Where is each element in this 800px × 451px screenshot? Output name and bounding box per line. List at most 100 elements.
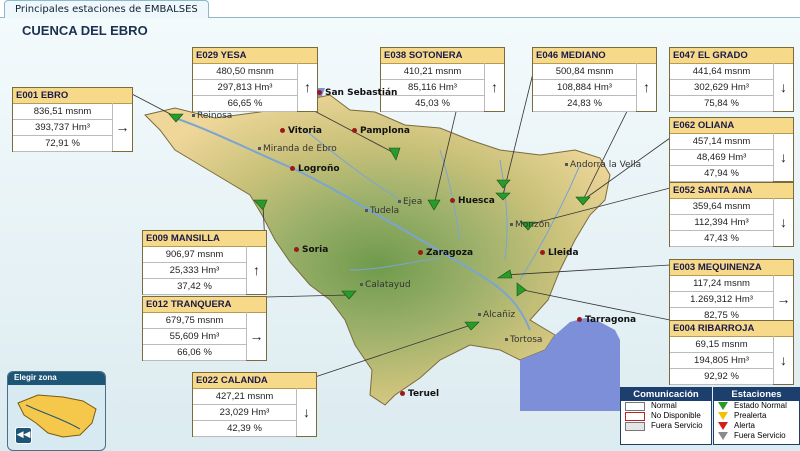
station-level: 359,64 msnm xyxy=(670,199,773,215)
station-volume: 112,394 Hm³ xyxy=(670,215,773,231)
station-volume: 48,469 Hm³ xyxy=(670,150,773,166)
station-volume: 194,805 Hm³ xyxy=(670,353,773,369)
city-label: Vitoria xyxy=(280,126,322,136)
station-level: 480,50 msnm xyxy=(193,64,297,80)
station-card-santa-ana[interactable]: E052 SANTA ANA 359,64 msnm 112,394 Hm³ 4… xyxy=(669,182,794,247)
city-label: Lleida xyxy=(540,248,579,258)
town-label: Monzón xyxy=(510,220,550,230)
station-header: E062 OLIANA xyxy=(670,118,793,134)
station-card-mediano[interactable]: E046 MEDIANO 500,84 msnm 108,884 Hm³ 24,… xyxy=(532,47,657,112)
city-label: San Sebastián xyxy=(317,88,397,98)
station-level: 500,84 msnm xyxy=(533,64,636,80)
station-percent: 66,06 % xyxy=(143,345,246,361)
station-percent: 24,83 % xyxy=(533,96,636,112)
trend-arrow-icon: ↓ xyxy=(773,198,793,246)
legend-item-estado-normal: Estado Normal xyxy=(714,401,799,411)
station-header: E009 MANSILLA xyxy=(143,231,266,247)
station-percent: 72,91 % xyxy=(13,136,112,152)
station-volume: 23,029 Hm³ xyxy=(193,405,296,421)
station-card-oliana[interactable]: E062 OLIANA 457,14 msnm 48,469 Hm³ 47,94… xyxy=(669,117,794,182)
station-card-sotonera[interactable]: E038 SOTONERA 410,21 msnm 85,116 Hm³ 45,… xyxy=(380,47,505,112)
trend-arrow-icon: → xyxy=(246,312,266,360)
station-header: E003 MEQUINENZA xyxy=(670,260,793,276)
communication-legend-title: Comunicación xyxy=(621,388,711,401)
station-percent: 47,94 % xyxy=(670,166,773,182)
city-label: Huesca xyxy=(450,196,495,206)
station-header: E052 SANTA ANA xyxy=(670,183,793,199)
legend-item-normal: Normal xyxy=(621,401,711,411)
city-label: Logroño xyxy=(290,164,340,174)
station-card-ribarroja[interactable]: E004 RIBARROJA 69,15 msnm 194,805 Hm³ 92… xyxy=(669,320,794,385)
station-header: E046 MEDIANO xyxy=(533,48,656,64)
town-label: Calatayud xyxy=(360,280,411,290)
station-header: E029 YESA xyxy=(193,48,317,64)
trend-arrow-icon: ↓ xyxy=(296,388,316,436)
station-header: E012 TRANQUERA xyxy=(143,297,266,313)
station-volume: 25,333 Hm³ xyxy=(143,263,246,279)
trend-arrow-icon: ↓ xyxy=(773,336,793,384)
station-card-calanda[interactable]: E022 CALANDA 427,21 msnm 23,029 Hm³ 42,3… xyxy=(192,372,317,437)
station-card-mansilla[interactable]: E009 MANSILLA 906,97 msnm 25,333 Hm³ 37,… xyxy=(142,230,267,295)
station-percent: 37,42 % xyxy=(143,279,246,295)
rewind-icon[interactable]: ◀◀ xyxy=(15,427,32,444)
station-percent: 66,65 % xyxy=(193,96,297,112)
station-header: E047 EL GRADO xyxy=(670,48,793,64)
trend-arrow-icon: ↑ xyxy=(246,246,266,294)
choose-zone-panel: Elegir zona ◀◀ xyxy=(7,371,106,451)
trend-arrow-icon: ↑ xyxy=(297,63,317,111)
station-card-mequinenza[interactable]: E003 MEQUINENZA 117,24 msnm 1.269,312 Hm… xyxy=(669,259,794,324)
city-label: Soria xyxy=(294,245,328,255)
station-percent: 45,03 % xyxy=(381,96,484,112)
town-label: Reinosa xyxy=(192,111,232,121)
station-card-tranquera[interactable]: E012 TRANQUERA 679,75 msnm 55,609 Hm³ 66… xyxy=(142,296,267,361)
station-header: E004 RIBARROJA xyxy=(670,321,793,337)
station-card-yesa[interactable]: E029 YESA 480,50 msnm 297,813 Hm³ 66,65 … xyxy=(192,47,318,112)
station-volume: 1.269,312 Hm³ xyxy=(670,292,773,308)
station-header: E001 EBRO xyxy=(13,88,132,104)
choose-zone-title: Elegir zona xyxy=(8,372,105,385)
station-level: 69,15 msnm xyxy=(670,337,773,353)
city-label: Pamplona xyxy=(352,126,410,136)
legend-item-fuera-servicio-station: Fuera Servicio xyxy=(714,431,799,441)
legend-item-alerta: Alerta xyxy=(714,421,799,431)
station-level: 410,21 msnm xyxy=(381,64,484,80)
station-level: 457,14 msnm xyxy=(670,134,773,150)
trend-arrow-icon: → xyxy=(112,103,132,151)
station-header: E022 CALANDA xyxy=(193,373,316,389)
legend-item-no-disponible: No Disponible xyxy=(621,411,711,421)
station-level: 117,24 msnm xyxy=(670,276,773,292)
town-label: Tortosa xyxy=(505,335,542,345)
station-percent: 47,43 % xyxy=(670,231,773,247)
city-label: Tarragona xyxy=(577,315,636,325)
legend-item-fuera-servicio: Fuera Servicio xyxy=(621,421,711,431)
station-level: 427,21 msnm xyxy=(193,389,296,405)
station-percent: 75,84 % xyxy=(670,96,773,112)
trend-arrow-icon: ↓ xyxy=(773,133,793,181)
trend-arrow-icon: → xyxy=(773,275,793,323)
city-label: Teruel xyxy=(400,389,439,399)
town-label: Alcañiz xyxy=(478,310,515,320)
stations-legend-title: Estaciones xyxy=(714,388,799,401)
trend-arrow-icon: ↑ xyxy=(636,63,656,111)
station-volume: 55,609 Hm³ xyxy=(143,329,246,345)
town-label: Tudela xyxy=(365,206,399,216)
station-level: 906,97 msnm xyxy=(143,247,246,263)
station-level: 836,51 msnm xyxy=(13,104,112,120)
station-percent: 92,92 % xyxy=(670,369,773,385)
town-label: Miranda de Ebro xyxy=(258,144,337,154)
station-level: 679,75 msnm xyxy=(143,313,246,329)
station-card-ebro[interactable]: E001 EBRO 836,51 msnm 393,737 Hm³ 72,91 … xyxy=(12,87,133,152)
town-label: Andorra la Vella xyxy=(565,160,641,170)
trend-arrow-icon: ↓ xyxy=(773,63,793,111)
station-card-el-grado[interactable]: E047 EL GRADO 441,64 msnm 302,629 Hm³ 75… xyxy=(669,47,794,112)
station-level: 441,64 msnm xyxy=(670,64,773,80)
city-label: Zaragoza xyxy=(418,248,473,258)
communication-legend: Comunicación Normal No Disponible Fuera … xyxy=(620,387,712,445)
station-volume: 108,884 Hm³ xyxy=(533,80,636,96)
town-label: Ejea xyxy=(398,197,422,207)
legend-item-prealerta: Prealerta xyxy=(714,411,799,421)
station-percent: 42,39 % xyxy=(193,421,296,437)
station-volume: 302,629 Hm³ xyxy=(670,80,773,96)
trend-arrow-icon: ↑ xyxy=(484,63,504,111)
station-volume: 297,813 Hm³ xyxy=(193,80,297,96)
